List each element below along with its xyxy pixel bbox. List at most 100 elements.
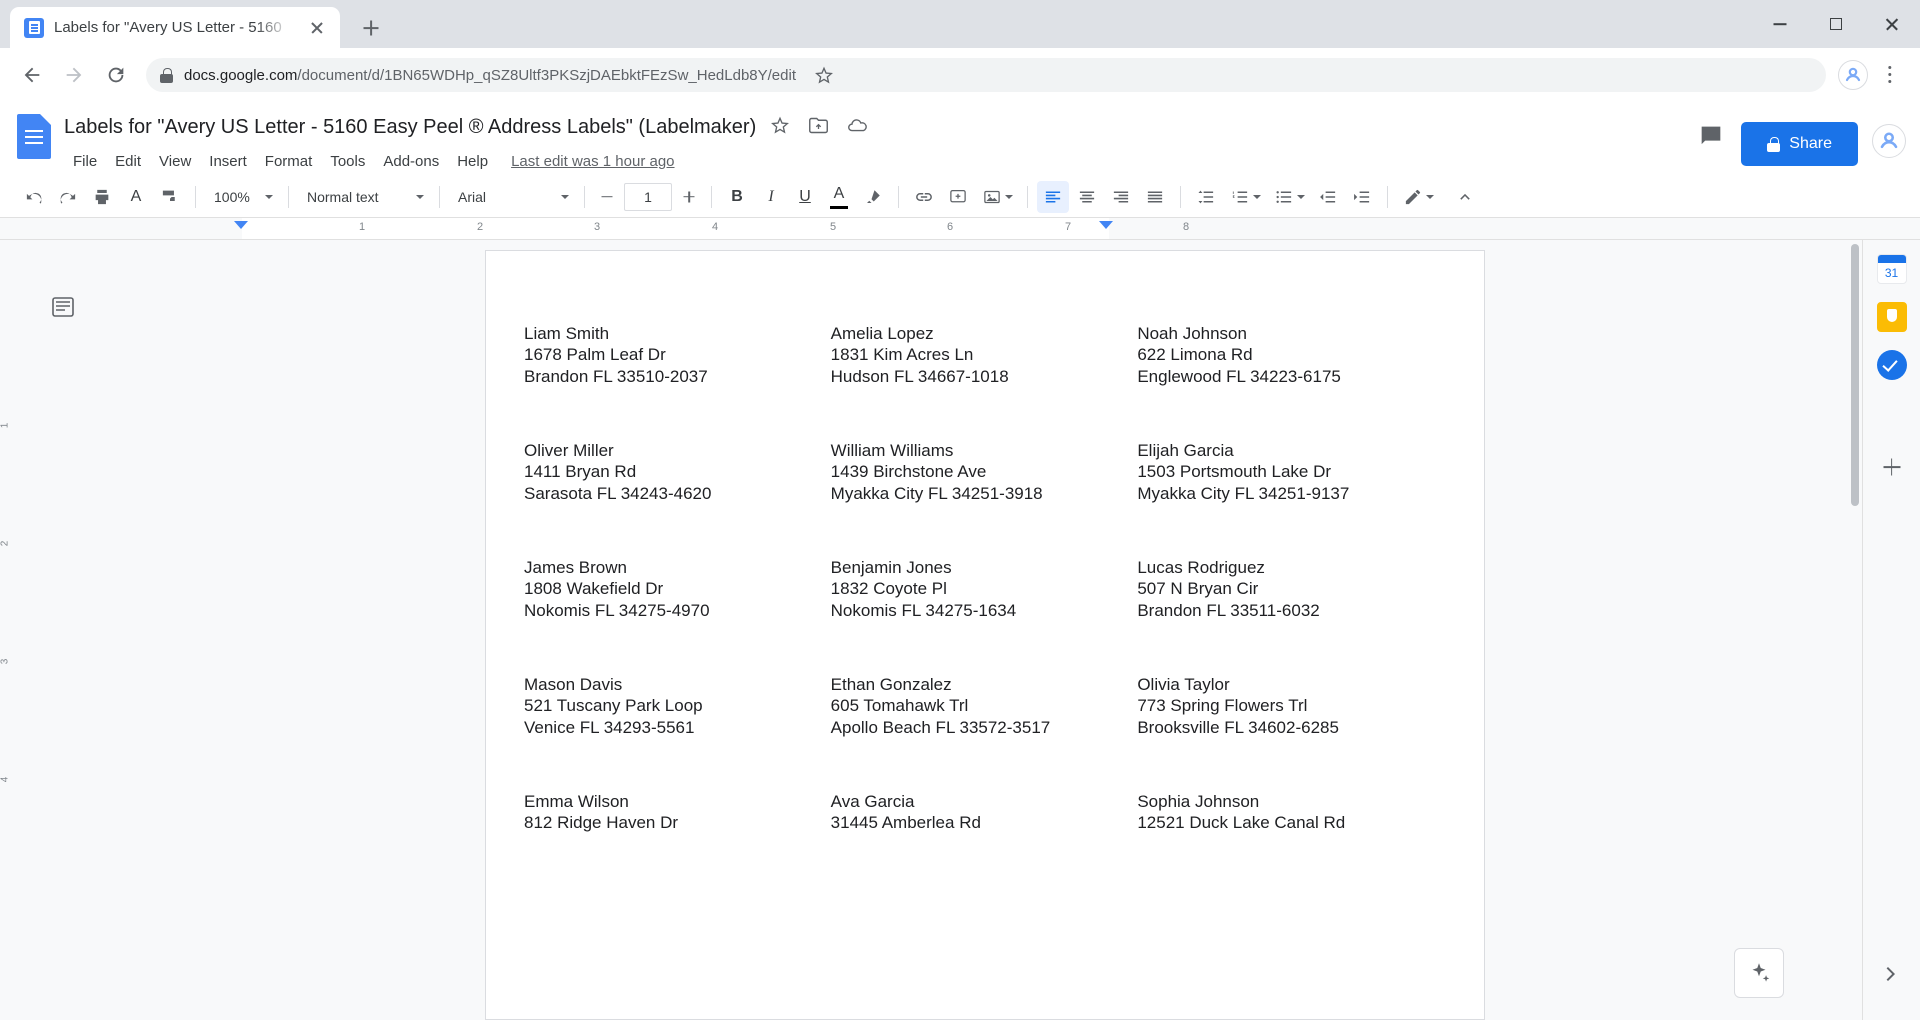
new-tab-button[interactable] (354, 11, 388, 45)
decrease-font-size-button[interactable] (594, 184, 620, 210)
paragraph-style-select[interactable]: Normal text (298, 182, 430, 212)
print-icon[interactable] (86, 181, 118, 213)
address-label[interactable]: Mason Davis 521 Tuscany Park Loop Venice… (524, 674, 831, 791)
address-label[interactable]: Ava Garcia 31445 Amberlea Rd (831, 791, 1138, 908)
menu-format[interactable]: Format (256, 149, 322, 174)
insert-link-icon[interactable] (908, 181, 940, 213)
address-label[interactable]: Elijah Garcia 1503 Portsmouth Lake Dr My… (1137, 440, 1444, 557)
menu-file[interactable]: File (64, 149, 106, 174)
paint-format-icon[interactable] (154, 181, 186, 213)
bold-icon[interactable]: B (721, 181, 753, 213)
star-icon[interactable] (770, 115, 794, 139)
account-avatar[interactable] (1872, 124, 1906, 158)
label-name: Lucas Rodriguez (1137, 558, 1265, 577)
address-label[interactable]: Noah Johnson 622 Limona Rd Englewood FL … (1137, 323, 1444, 440)
address-label[interactable]: James Brown 1808 Wakefield Dr Nokomis FL… (524, 557, 831, 674)
document-title[interactable]: Labels for "Avery US Letter - 5160 Easy … (64, 116, 756, 139)
tasks-icon[interactable] (1876, 350, 1907, 380)
menu-help[interactable]: Help (448, 149, 497, 174)
address-label[interactable]: Emma Wilson 812 Ridge Haven Dr (524, 791, 831, 908)
label-citystatezip: Brooksville FL 34602-6285 (1137, 717, 1339, 737)
font-size-value[interactable]: 1 (624, 182, 672, 211)
address-label[interactable]: William Williams 1439 Birchstone Ave Mya… (831, 440, 1138, 557)
align-center-icon[interactable] (1071, 181, 1103, 213)
horizontal-ruler[interactable]: 1 2 3 4 5 6 7 8 (0, 218, 1920, 240)
window-controls (1752, 0, 1920, 48)
expand-panel-icon[interactable] (1879, 962, 1905, 988)
forward-button[interactable] (56, 57, 92, 93)
label-name: Sophia Johnson (1137, 792, 1260, 811)
label-citystatezip: Brandon FL 33511-6032 (1137, 600, 1320, 620)
menu-view[interactable]: View (150, 149, 200, 174)
insert-image-icon[interactable] (976, 181, 1018, 213)
bookmark-star-icon[interactable] (807, 58, 841, 92)
bulleted-list-icon[interactable] (1268, 181, 1310, 213)
editing-mode-icon[interactable] (1397, 181, 1439, 213)
underline-icon[interactable]: U (789, 181, 821, 213)
explore-button[interactable] (1734, 948, 1784, 998)
text-color-icon[interactable]: A (823, 181, 855, 213)
share-button[interactable]: Share (1741, 122, 1858, 166)
address-label[interactable]: Amelia Lopez 1831 Kim Acres Ln Hudson FL… (831, 323, 1138, 440)
keep-icon[interactable] (1876, 302, 1907, 332)
get-add-ons-icon[interactable] (1877, 452, 1907, 482)
redo-icon[interactable] (52, 181, 84, 213)
back-button[interactable] (14, 57, 50, 93)
undo-icon[interactable] (18, 181, 50, 213)
address-label[interactable]: Liam Smith 1678 Palm Leaf Dr Brandon FL … (524, 323, 831, 440)
spelling-check-icon[interactable]: A (120, 181, 152, 213)
address-label[interactable]: Benjamin Jones 1832 Coyote Pl Nokomis FL… (831, 557, 1138, 674)
address-label[interactable]: Olivia Taylor 773 Spring Flowers Trl Bro… (1137, 674, 1444, 791)
address-label[interactable]: Ethan Gonzalez 605 Tomahawk Trl Apollo B… (831, 674, 1138, 791)
align-justify-icon[interactable] (1139, 181, 1171, 213)
chrome-menu-button[interactable] (1874, 58, 1906, 92)
numbered-list-icon[interactable] (1224, 181, 1266, 213)
show-outline-icon[interactable] (44, 288, 82, 326)
browser-tab[interactable]: Labels for "Avery US Letter - 5160 (10, 7, 340, 48)
close-window-button[interactable] (1864, 0, 1920, 48)
docs-logo-icon[interactable] (14, 110, 54, 164)
document-scrollbar[interactable] (1850, 244, 1860, 1016)
toolbar-divider (898, 185, 899, 208)
minimize-icon (1773, 23, 1787, 25)
left-indent-marker[interactable] (234, 221, 248, 229)
maximize-button[interactable] (1808, 0, 1864, 48)
address-label[interactable]: Sophia Johnson 12521 Duck Lake Canal Rd (1137, 791, 1444, 908)
address-bar[interactable]: docs.google.com/document/d/1BN65WDHp_qSZ… (146, 58, 1826, 92)
increase-indent-icon[interactable] (1346, 181, 1378, 213)
menu-tools[interactable]: Tools (321, 149, 374, 174)
scrollbar-thumb[interactable] (1851, 244, 1859, 506)
address-label[interactable]: Lucas Rodriguez 507 N Bryan Cir Brandon … (1137, 557, 1444, 674)
align-right-icon[interactable] (1105, 181, 1137, 213)
add-comment-icon[interactable] (942, 181, 974, 213)
cloud-saved-icon[interactable] (846, 115, 870, 139)
address-label[interactable]: Oliver Miller 1411 Bryan Rd Sarasota FL … (524, 440, 831, 557)
maximize-icon (1830, 18, 1842, 30)
ruler-tick-8: 8 (1182, 221, 1190, 233)
menu-insert[interactable]: Insert (200, 149, 256, 174)
font-family-select[interactable]: Arial (449, 182, 575, 212)
line-spacing-icon[interactable] (1190, 181, 1222, 213)
profile-avatar[interactable] (1838, 60, 1868, 90)
calendar-icon[interactable]: 31 (1876, 254, 1907, 284)
toolbar-divider (195, 185, 196, 208)
italic-icon[interactable]: I (755, 181, 787, 213)
zoom-select[interactable]: 100% (205, 182, 279, 212)
comments-icon[interactable] (1697, 122, 1727, 152)
last-edit-status[interactable]: Last edit was 1 hour ago (511, 153, 674, 170)
menu-add-ons[interactable]: Add-ons (374, 149, 448, 174)
close-icon[interactable] (304, 15, 330, 41)
document-page[interactable]: Liam Smith 1678 Palm Leaf Dr Brandon FL … (485, 250, 1485, 1020)
right-indent-marker[interactable] (1099, 221, 1113, 229)
minimize-button[interactable] (1752, 0, 1808, 48)
menu-edit[interactable]: Edit (106, 149, 150, 174)
increase-font-size-button[interactable] (676, 184, 702, 210)
hide-toolbar-icon[interactable] (1449, 181, 1481, 213)
align-left-icon[interactable] (1037, 180, 1069, 213)
vruler-tick-2: 2 (0, 540, 11, 547)
decrease-indent-icon[interactable] (1312, 181, 1344, 213)
move-to-folder-icon[interactable] (808, 115, 832, 139)
ruler-track: 1 2 3 4 5 6 7 8 (234, 218, 1820, 239)
highlight-color-icon[interactable] (857, 181, 889, 213)
reload-button[interactable] (98, 57, 134, 93)
